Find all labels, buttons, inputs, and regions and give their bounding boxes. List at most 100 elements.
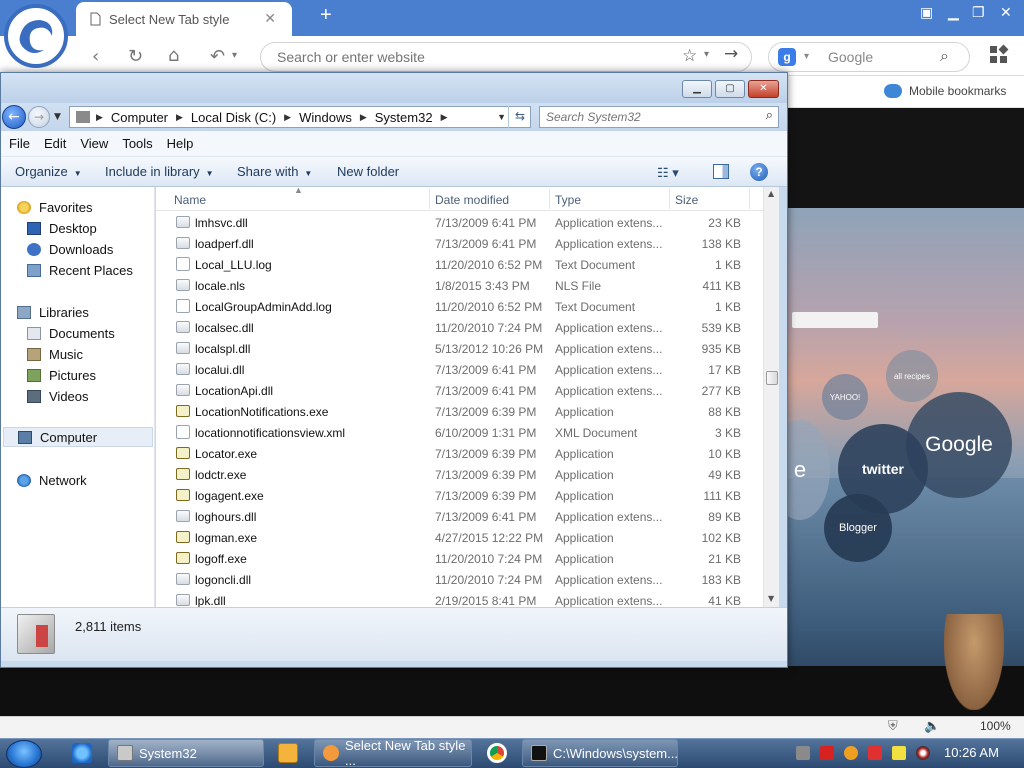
menu-tools[interactable]: Tools	[116, 136, 158, 151]
shield-icon[interactable]: ⛨	[888, 719, 898, 734]
recent-pages-caret-icon[interactable]: ▼	[54, 112, 61, 122]
explorer-title-bar[interactable]: ▁ ▢ ✕	[1, 73, 787, 103]
forward-button[interactable]: →	[28, 106, 50, 128]
table-row[interactable]: LocationApi.dll 7/13/2009 6:41 PM Applicat…	[168, 380, 763, 401]
back-icon[interactable]: ‹	[92, 46, 99, 67]
column-type[interactable]: Type	[555, 193, 581, 207]
bookmark-star-icon[interactable]: ☆	[682, 46, 697, 66]
column-divider[interactable]	[549, 189, 550, 209]
mobile-bookmarks-button[interactable]: Mobile bookmarks	[884, 84, 1006, 98]
home-icon[interactable]: ⌂	[168, 45, 179, 66]
ntp-search-field[interactable]	[792, 312, 878, 328]
table-row[interactable]: loadperf.dll 7/13/2009 6:41 PM Application…	[168, 233, 763, 254]
tray-notes-icon[interactable]	[892, 746, 906, 760]
breadcrumb-local-disk[interactable]: Local Disk (C:)	[191, 110, 276, 125]
nav-music[interactable]: Music	[27, 344, 153, 364]
chevron-right-icon[interactable]: ▶	[176, 112, 183, 123]
tray-media-icon[interactable]	[916, 746, 930, 760]
speed-dial-blogger[interactable]: Blogger	[824, 494, 892, 562]
chevron-right-icon[interactable]: ▶	[441, 112, 448, 123]
start-button[interactable]	[6, 740, 42, 768]
table-row[interactable]: Local_LLU.log 11/20/2010 6:52 PM Text Docu…	[168, 254, 763, 275]
tray-search-icon[interactable]	[844, 746, 858, 760]
undo-caret-icon[interactable]: ▾	[232, 50, 237, 61]
nav-pictures[interactable]: Pictures	[27, 365, 153, 385]
minimize-button[interactable]: ▁	[682, 80, 712, 98]
table-row[interactable]: lodctr.exe 7/13/2009 6:39 PM Application 49…	[168, 464, 763, 485]
search-engine-caret-icon[interactable]: ▾	[804, 51, 809, 62]
apps-grid-icon[interactable]	[990, 44, 1009, 64]
minimize-browser-button[interactable]: ▁	[948, 4, 959, 21]
close-tab-icon[interactable]: ✕	[264, 11, 276, 27]
breadcrumb-windows[interactable]: Windows	[299, 110, 352, 125]
table-row[interactable]: lmhsvc.dll 7/13/2009 6:41 PM Application e…	[168, 212, 763, 233]
browser-tab[interactable]: Select New Tab style ✕	[76, 2, 292, 36]
help-icon[interactable]: ?	[750, 163, 768, 181]
table-row[interactable]: logoff.exe 11/20/2010 7:24 PM Application 2…	[168, 548, 763, 569]
table-row[interactable]: logagent.exe 7/13/2009 6:39 PM Application…	[168, 485, 763, 506]
new-folder-button[interactable]: New folder	[337, 164, 399, 179]
explorer-search-input[interactable]	[546, 107, 756, 127]
menu-view[interactable]: View	[74, 136, 114, 151]
speed-dial-allrecipes[interactable]: all recipes	[886, 350, 938, 402]
google-icon[interactable]: g	[778, 48, 796, 66]
column-divider[interactable]	[669, 189, 670, 209]
menu-help[interactable]: Help	[161, 136, 200, 151]
browser-logo-icon[interactable]	[4, 4, 68, 68]
organize-button[interactable]: Organize ▼	[15, 164, 82, 179]
scroll-up-icon[interactable]: ▲	[768, 189, 774, 198]
table-row[interactable]: logman.exe 4/27/2015 12:22 PM Application 1…	[168, 527, 763, 548]
column-date-modified[interactable]: Date modified	[435, 193, 509, 207]
breadcrumb-computer[interactable]: Computer	[111, 110, 168, 125]
taskbar-item-system32[interactable]: System32	[108, 739, 264, 767]
zoom-level[interactable]: 100%	[980, 719, 1011, 733]
nav-desktop[interactable]: Desktop	[27, 218, 153, 238]
table-row[interactable]: locale.nls 1/8/2015 3:43 PM NLS File 411 KB	[168, 275, 763, 296]
search-engine-label[interactable]: Google	[828, 49, 873, 65]
address-dropdown-icon[interactable]: ▼	[497, 112, 506, 122]
close-button[interactable]: ✕	[748, 80, 779, 98]
nav-recent-places[interactable]: Recent Places	[27, 260, 153, 280]
address-bar[interactable]	[260, 42, 752, 72]
table-row[interactable]: Locator.exe 7/13/2009 6:39 PM Application 1…	[168, 443, 763, 464]
scroll-thumb[interactable]	[766, 371, 778, 385]
nav-computer[interactable]: Computer	[3, 427, 153, 447]
close-browser-button[interactable]: ✕	[1000, 4, 1012, 21]
menu-file[interactable]: File	[3, 136, 36, 151]
table-row[interactable]: localsec.dll 11/20/2010 7:24 PM Applicatio…	[168, 317, 763, 338]
preview-pane-icon[interactable]	[713, 164, 729, 179]
reload-icon[interactable]: ↻	[128, 46, 143, 67]
breadcrumb-system32[interactable]: System32	[375, 110, 433, 125]
go-arrow-icon[interactable]: →	[724, 44, 738, 64]
media-player-icon[interactable]	[278, 743, 298, 763]
table-row[interactable]: LocationNotifications.exe 7/13/2009 6:39 …	[168, 401, 763, 422]
vertical-scrollbar[interactable]: ▲ ▼	[763, 187, 779, 607]
taskbar-item-cmd[interactable]: C:\Windows\system...	[522, 739, 678, 767]
explorer-search-box[interactable]: ⌕	[539, 106, 779, 128]
view-options-icon[interactable]: ☷ ▾	[657, 165, 679, 181]
chevron-right-icon[interactable]: ▶	[96, 112, 103, 123]
table-row[interactable]: localui.dll 7/13/2009 6:41 PM Application …	[168, 359, 763, 380]
search-icon[interactable]: ⌕	[766, 108, 773, 123]
chevron-right-icon[interactable]: ▶	[360, 112, 367, 123]
nav-favorites[interactable]: Favorites	[17, 197, 153, 217]
table-row[interactable]: logoncli.dll 11/20/2010 7:24 PM Applicatio…	[168, 569, 763, 590]
table-row[interactable]: LocalGroupAdminAdd.log 11/20/2010 6:52 PM…	[168, 296, 763, 317]
undo-close-icon[interactable]: ↶	[210, 46, 225, 67]
nav-network[interactable]: Network	[17, 470, 153, 490]
menu-edit[interactable]: Edit	[38, 136, 72, 151]
column-divider[interactable]	[749, 189, 750, 209]
speed-dial-yahoo[interactable]: YAHOO!	[822, 374, 868, 420]
taskbar-item-browser[interactable]: Select New Tab style ...	[314, 738, 472, 768]
search-icon[interactable]: ⌕	[940, 46, 949, 66]
tray-flag-icon[interactable]	[868, 746, 882, 760]
tray-app-icon[interactable]	[796, 746, 810, 760]
internet-explorer-icon[interactable]	[72, 743, 92, 763]
restore-browser-button[interactable]: ❐	[972, 4, 985, 21]
column-size[interactable]: Size	[675, 193, 698, 207]
column-divider[interactable]	[429, 189, 430, 209]
bookmark-caret-icon[interactable]: ▾	[704, 49, 709, 60]
new-tab-button[interactable]: +	[320, 4, 332, 27]
refresh-icon[interactable]: ⇆	[508, 106, 531, 128]
maximize-button[interactable]: ▢	[715, 80, 745, 98]
